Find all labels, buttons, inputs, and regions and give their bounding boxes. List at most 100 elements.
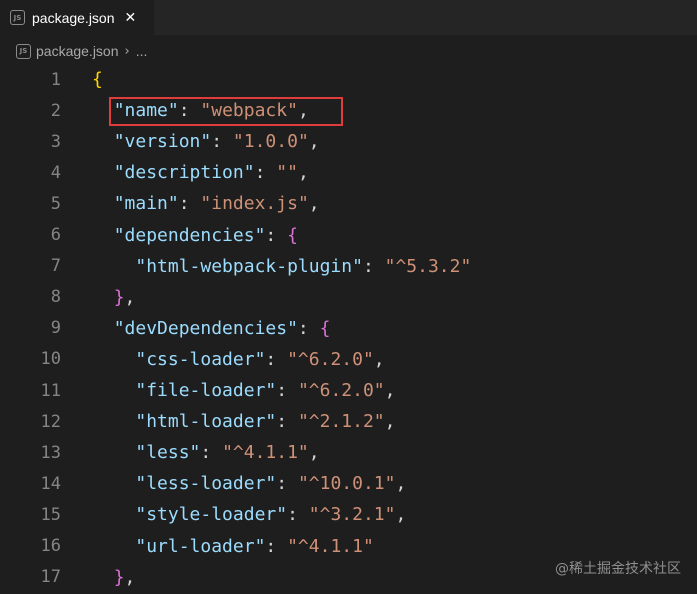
token-punc: , [384,411,396,433]
token-str: "^2.1.2" [297,411,385,433]
token-punc: : [265,535,288,557]
token-key: "style-loader" [135,504,288,526]
code-text: "url-loader": "^4.1.1" [92,535,374,557]
token-bracket: { [287,224,298,246]
line-number: 17 [40,567,61,588]
token-punc: : [276,411,298,433]
token-punc: : [276,473,298,495]
code-line[interactable]: 7 "html-webpack-plugin": "^5.3.2" [0,251,697,282]
code-text: { [92,69,103,90]
token-str: "^4.1.1" [287,535,374,557]
code-text: "less-loader": "^10.0.1", [92,473,406,494]
code-line[interactable]: 1{ [0,64,697,95]
token-punc: , [384,380,396,401]
code-line[interactable]: 14 "less-loader": "^10.0.1", [0,468,697,499]
token-str: "^5.3.2" [384,255,472,277]
line-number: 16 [40,536,61,556]
chevron-right-icon: › [124,43,130,59]
token-key: "html-webpack-plugin" [135,255,363,277]
line-number: 13 [40,442,61,463]
code-text: "css-loader": "^6.2.0", [92,348,384,370]
line-number: 10 [40,349,61,370]
token-punc: , [124,566,136,588]
code-text: "html-loader": "^2.1.2", [92,411,395,432]
line-number: 8 [50,287,61,308]
token-key: "css-loader" [135,348,266,370]
code-text: "devDependencies": { [92,317,331,339]
token-punc: , [308,442,320,464]
token-key: "url-loader" [135,535,266,557]
tab-title: package.json [32,9,115,26]
token-bracket: { [319,317,331,339]
line-number: 3 [50,131,61,152]
token-punc: : [211,131,233,153]
code-text: "less": "^4.1.1", [92,442,320,464]
close-tab-icon[interactable]: ✕ [125,11,137,25]
token-punc: , [395,473,407,495]
code-line[interactable]: 13 "less": "^4.1.1", [0,437,697,468]
code-text: }, [92,566,136,588]
breadcrumb-file[interactable]: package.json [36,43,119,59]
code-line[interactable]: 3 "version": "1.0.0", [0,126,697,157]
breadcrumb-more[interactable]: ... [136,43,148,59]
code-line[interactable]: 10 "css-loader": "^6.2.0", [0,344,697,375]
code-line[interactable]: 5 "main": "index.js", [0,188,697,219]
tab-package-json[interactable]: JS package.json ✕ [0,0,154,35]
code-text: "html-webpack-plugin": "^5.3.2" [92,256,471,277]
token-key: "less" [135,442,201,464]
token-str: "^3.2.1" [308,504,396,526]
code-text: "description": "", [92,162,309,183]
token-punc: : [297,317,320,339]
token-punc: : [265,348,288,370]
code-line[interactable]: 6 "dependencies": { [0,220,697,251]
code-text: "style-loader": "^3.2.1", [92,504,406,525]
code-text: "file-loader": "^6.2.0", [92,380,395,401]
token-key: "file-loader" [135,380,277,401]
token-str: "^10.0.1" [297,473,396,495]
token-key: "less-loader" [135,473,277,495]
token-punc: , [124,286,136,308]
code-line[interactable]: 15 "style-loader": "^3.2.1", [0,499,697,530]
code-line[interactable]: 11 "file-loader": "^6.2.0", [0,375,697,406]
token-key: "dependencies" [113,224,266,246]
token-bracket: } [113,566,125,588]
code-line[interactable]: 4 "description": "", [0,157,697,188]
line-number: 11 [40,380,61,401]
js-file-icon: JS [10,10,25,25]
token-punc: : [265,224,288,246]
token-punc: : [287,504,309,526]
code-line[interactable]: 16 "url-loader": "^4.1.1" [0,531,697,562]
code-text: "version": "1.0.0", [92,131,320,152]
line-number: 7 [50,256,61,277]
token-bracket: } [113,286,125,308]
token-punc: , [297,162,309,184]
line-number: 9 [50,318,61,339]
code-text: }, [92,286,136,308]
code-line[interactable]: 2 "name": "webpack", [0,95,697,126]
token-punc: : [362,255,385,277]
line-number: 14 [40,473,61,494]
js-file-icon: JS [16,43,31,59]
token-punc: : [178,193,201,215]
code-line[interactable]: 9 "devDependencies": { [0,313,697,344]
token-str: "index.js" [200,193,309,215]
code-line[interactable]: 8 }, [0,282,697,313]
token-key: "html-loader" [135,411,277,433]
highlight-annotation-box [109,97,343,126]
line-number: 12 [40,411,61,432]
token-str: "^6.2.0" [297,380,385,401]
code-line[interactable]: 12 "html-loader": "^2.1.2", [0,406,697,437]
token-punc: , [308,193,320,215]
token-str: "1.0.0" [232,131,309,153]
